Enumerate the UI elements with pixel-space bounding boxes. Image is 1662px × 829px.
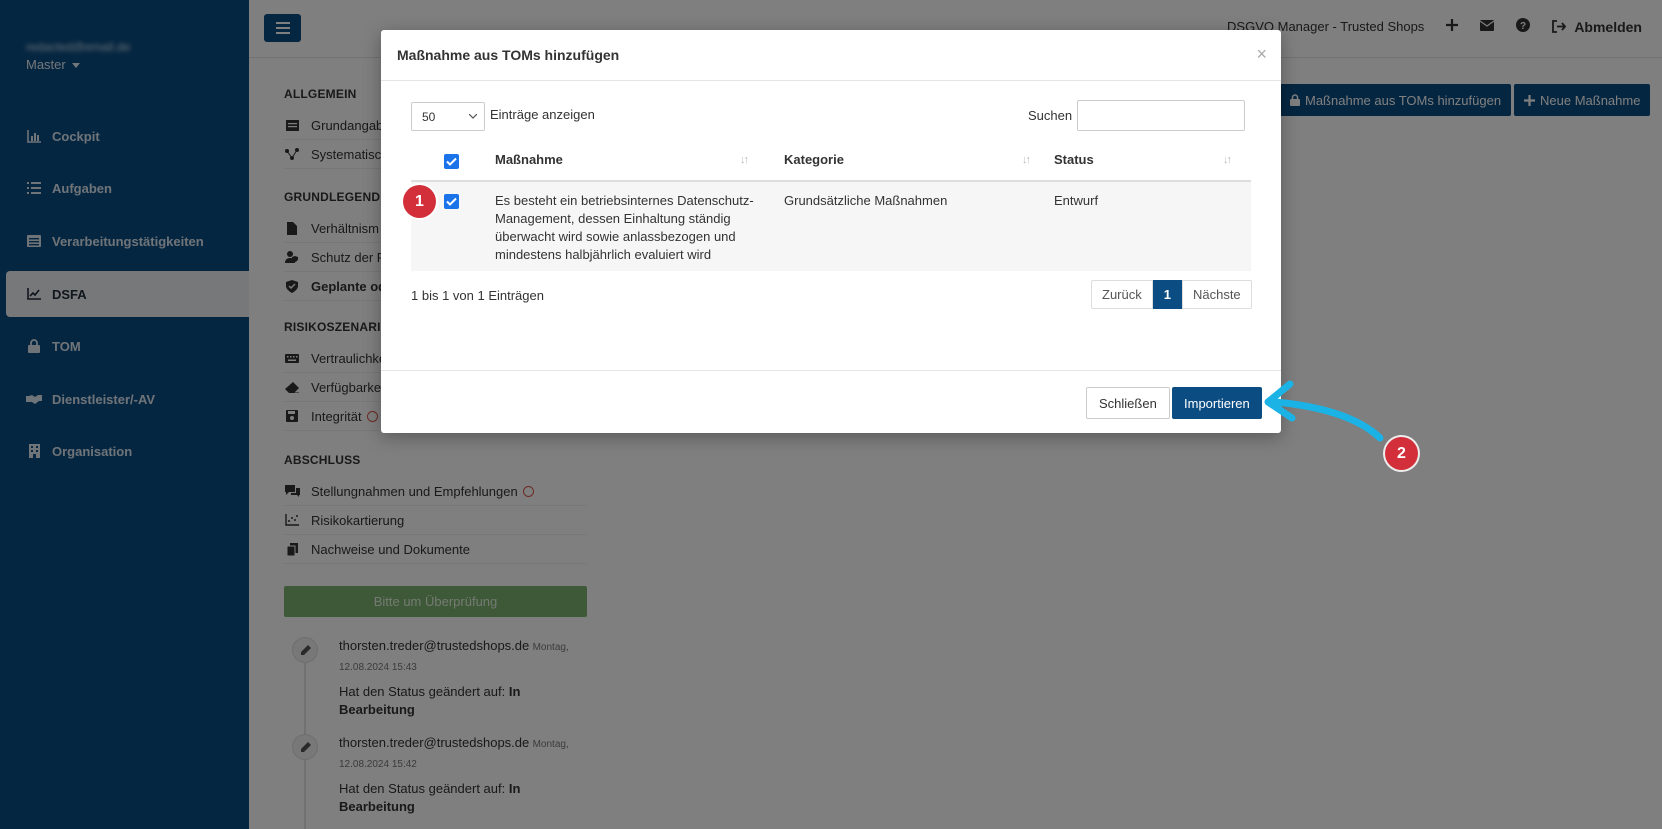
modal-header: Maßnahme aus TOMs hinzufügen: [381, 30, 1281, 81]
sort-icon[interactable]: ↓↑: [740, 154, 749, 166]
table-row[interactable]: Es besteht ein betriebsinternes Datensch…: [411, 182, 1251, 271]
cell-category: Grundsätzliche Maßnahmen: [784, 193, 948, 208]
pagination: Zurück 1 Nächste: [1091, 280, 1252, 309]
cell-measure: Es besteht ein betriebsinternes Datensch…: [495, 193, 754, 262]
pagination-next[interactable]: Nächste: [1181, 280, 1252, 309]
pagination-page-1[interactable]: 1: [1152, 280, 1182, 309]
entries-length-label: Einträge anzeigen: [490, 107, 595, 122]
modal-title: Maßnahme aus TOMs hinzufügen: [397, 47, 620, 63]
table-info: 1 bis 1 von 1 Einträgen: [411, 288, 544, 303]
row-checkbox[interactable]: [444, 194, 459, 209]
measures-table: Maßnahme ↓↑ Kategorie ↓↑ Status ↓↑ Es be…: [411, 140, 1251, 271]
import-modal: Maßnahme aus TOMs hinzufügen × 50 Einträ…: [381, 30, 1281, 433]
step-badge-2: 2: [1385, 437, 1418, 470]
entries-length-select[interactable]: 50: [411, 102, 485, 131]
close-button[interactable]: Schließen: [1086, 387, 1170, 419]
sort-icon[interactable]: ↓↑: [1022, 154, 1031, 166]
column-header-measure[interactable]: Maßnahme: [495, 152, 563, 167]
sort-icon[interactable]: ↓↑: [1223, 154, 1232, 166]
arrow-annotation-icon: [1264, 380, 1384, 442]
close-icon[interactable]: ×: [1256, 44, 1267, 65]
cell-status: Entwurf: [1054, 193, 1099, 208]
import-button[interactable]: Importieren: [1172, 387, 1262, 419]
step-badge-1: 1: [403, 185, 436, 218]
column-header-category[interactable]: Kategorie: [784, 152, 844, 167]
search-label: Suchen: [1028, 108, 1073, 123]
table-header: Maßnahme ↓↑ Kategorie ↓↑ Status ↓↑: [411, 140, 1251, 182]
chevron-down-icon: [468, 111, 478, 122]
modal-footer: Schließen Importieren: [381, 370, 1281, 433]
select-all-checkbox[interactable]: [444, 154, 459, 169]
search-input[interactable]: [1077, 100, 1245, 131]
pagination-prev[interactable]: Zurück: [1091, 280, 1153, 309]
entries-length-value: 50: [422, 109, 436, 124]
column-header-status[interactable]: Status: [1054, 152, 1094, 167]
